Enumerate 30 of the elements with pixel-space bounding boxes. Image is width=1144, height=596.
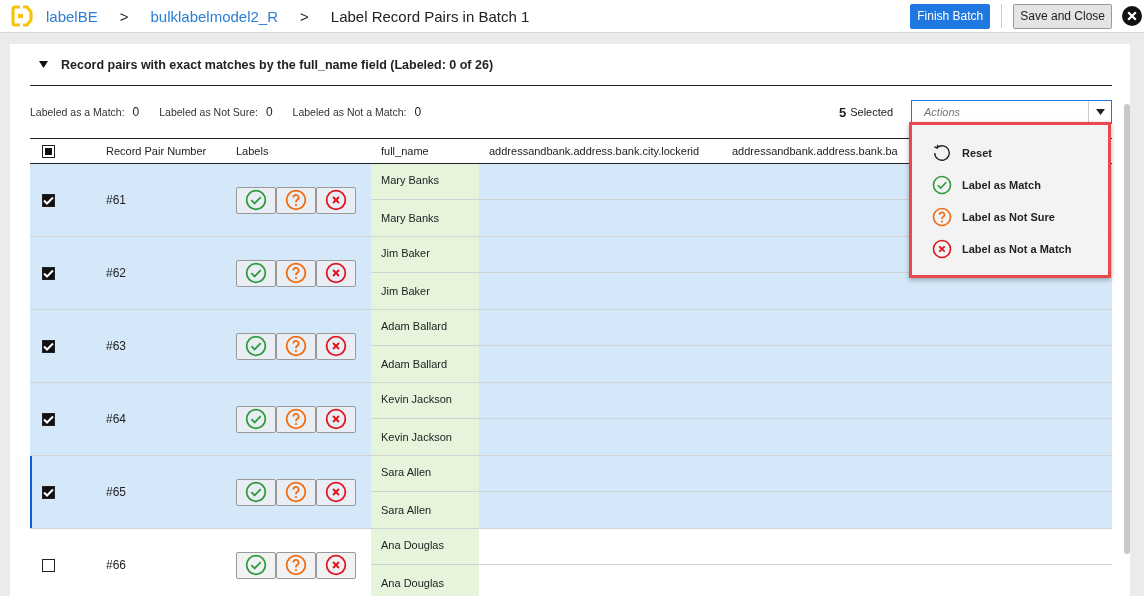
full-name-cell: Kevin Jackson: [371, 383, 479, 419]
record-pair-number: #61: [106, 193, 127, 207]
count-value: 0: [265, 105, 273, 119]
selected-count: 5: [838, 104, 847, 120]
count-label: Labeled as a Match:: [30, 106, 125, 118]
full-name-cell: Adam Ballard: [371, 310, 479, 346]
record-pair-number: #63: [106, 339, 127, 353]
page-title: Label Record Pairs in Batch 1: [330, 7, 530, 25]
full-name-cell: Jim Baker: [371, 237, 479, 273]
selected-label: Selected: [850, 106, 893, 118]
section-title: Record pairs with exact matches by the full_name field (Labeled: 0 of 26): [61, 57, 494, 72]
breadcrumb-separator: >: [300, 7, 309, 25]
breadcrumb-separator: >: [119, 7, 129, 25]
count-value: 0: [132, 105, 140, 119]
full-name-cell: Adam Ballard: [371, 346, 479, 382]
full-name-cell: Sara Allen: [371, 492, 479, 528]
full-name-cell: Jim Baker: [371, 273, 479, 309]
full-name-cell: Kevin Jackson: [371, 419, 479, 455]
record-pair-number: #66: [106, 558, 127, 572]
full-name-cell: Ana Douglas: [371, 565, 479, 596]
count-value: 0: [414, 105, 422, 119]
full-name-cell: Mary Banks: [371, 200, 479, 236]
full-name-cell: Ana Douglas: [371, 529, 479, 565]
record-pair-number: #64: [106, 412, 127, 426]
count-label: Labeled as Not a Match:: [292, 106, 407, 118]
full-name-cell: Sara Allen: [371, 456, 479, 492]
count-label: Labeled as Not Sure:: [159, 106, 258, 118]
full-name-cell: Mary Banks: [371, 164, 479, 200]
record-pair-number: #62: [106, 266, 127, 280]
record-pair-number: #65: [106, 485, 127, 499]
